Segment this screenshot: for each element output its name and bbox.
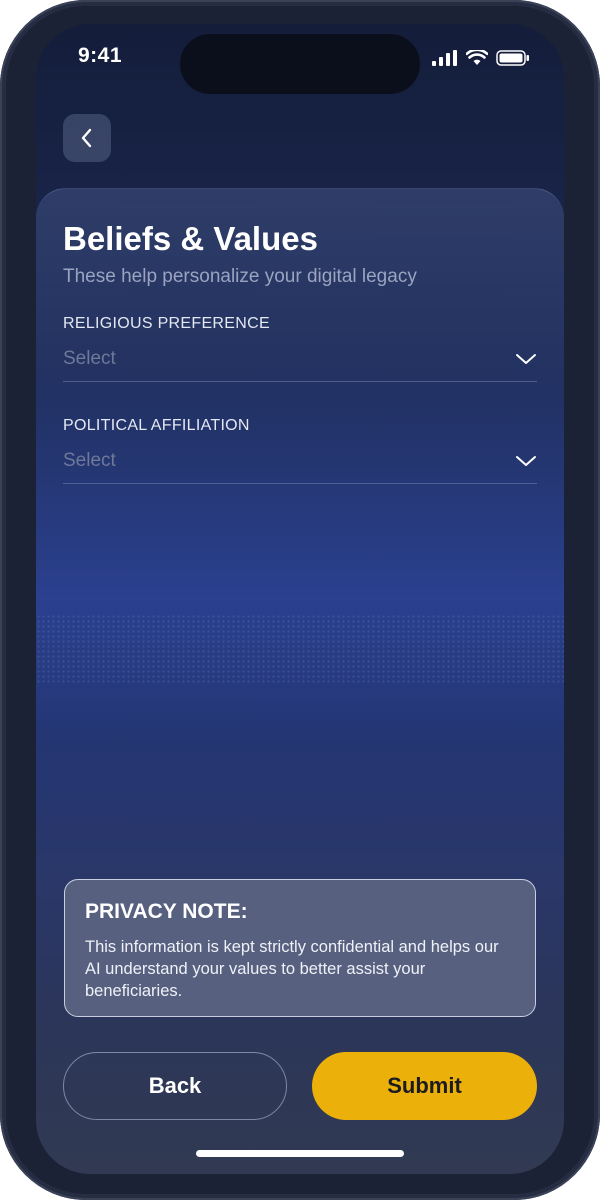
phone-frame: 9:41 Beliefs & Values These help persona…	[0, 0, 600, 1200]
chevron-left-icon	[81, 128, 92, 148]
page-title: Beliefs & Values	[63, 220, 318, 257]
status-time: 9:41	[78, 44, 123, 67]
submit-button[interactable]: Submit	[312, 1052, 537, 1120]
battery-icon	[496, 50, 529, 66]
privacy-note-title: PRIVACY NOTE:	[85, 900, 248, 923]
signal-icon	[432, 50, 457, 66]
back-nav-button[interactable]	[63, 114, 111, 162]
chevron-down-icon	[516, 354, 536, 364]
political-affiliation-placeholder: Select	[63, 450, 116, 471]
religious-preference-placeholder: Select	[63, 348, 116, 369]
privacy-note-text: This information is kept strictly confid…	[85, 938, 499, 1000]
religious-preference-label: RELIGIOUS PREFERENCE	[63, 315, 270, 332]
political-affiliation-select[interactable]: Select	[63, 439, 537, 484]
app-screen: 9:41 Beliefs & Values These help persona…	[36, 24, 564, 1174]
privacy-note: PRIVACY NOTE: This information is kept s…	[64, 879, 536, 1017]
political-affiliation-label: POLITICAL AFFILIATION	[63, 417, 250, 434]
religious-preference-select[interactable]: Select	[63, 337, 537, 382]
home-indicator[interactable]	[196, 1150, 404, 1157]
page-subtitle: These help personalize your digital lega…	[63, 266, 417, 287]
dynamic-island	[180, 34, 420, 94]
back-button[interactable]: Back	[63, 1052, 287, 1120]
wifi-icon	[466, 50, 488, 65]
chevron-down-icon	[516, 456, 536, 466]
status-icons	[432, 50, 530, 66]
